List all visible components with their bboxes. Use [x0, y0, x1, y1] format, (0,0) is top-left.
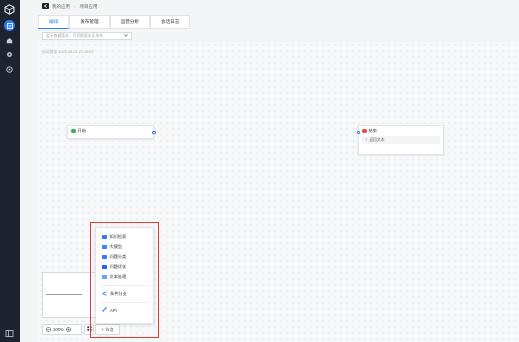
end-node-header: 结束 [359, 126, 443, 136]
autosave-status: 自动保存 2025-06-01 21:45:53 [42, 50, 94, 54]
zoom-control: 100% [42, 324, 82, 335]
minimap-edge [46, 294, 82, 295]
play-icon [71, 128, 76, 134]
zoom-in-icon[interactable] [65, 326, 71, 333]
end-node-field[interactable]: T 返回文本 [362, 136, 440, 144]
start-node-header: 开始 [68, 126, 153, 136]
start-output-port[interactable] [152, 130, 156, 134]
version-select-value: 暂无数据版本，可切换版本至发布 [46, 33, 103, 38]
gear-nav-icon[interactable] [4, 49, 15, 60]
app-sidebar [0, 0, 20, 342]
settings-nav-icon[interactable] [4, 64, 15, 75]
tab-publish-management[interactable]: 发布管理 [69, 15, 110, 29]
start-node-title: 开始 [77, 128, 86, 133]
collapse-sidebar-icon[interactable] [5, 329, 14, 338]
version-select[interactable]: 暂无数据版本，可切换版本至发布 [42, 32, 132, 40]
highlight-box [90, 222, 159, 338]
chevron-down-icon [124, 34, 128, 38]
tab-orchestrate[interactable]: 编排 [38, 15, 70, 29]
home-nav-icon[interactable] [4, 35, 15, 46]
tab-operations-analysis[interactable]: 运营分析 [109, 15, 150, 29]
tab-session-logs[interactable]: 会话日志 [149, 15, 191, 29]
back-arrow-icon[interactable] [42, 3, 49, 9]
breadcrumb-separator: › [74, 4, 76, 9]
tab-bar: 编排 发布管理 运营分析 会话日志 [38, 15, 191, 29]
end-node-field-label: 返回文本 [369, 137, 385, 142]
text-type-icon: T [365, 138, 368, 142]
breadcrumb-parent[interactable]: 我的应用 [52, 4, 70, 10]
start-node[interactable]: 开始 [67, 125, 156, 139]
breadcrumb: 我的应用 › 项目应用 [20, 0, 519, 13]
app-logo-icon[interactable] [4, 4, 15, 15]
end-node-title: 结束 [368, 128, 377, 133]
apps-nav-icon[interactable] [4, 20, 15, 31]
end-node[interactable]: 结束 T 返回文本 [356, 125, 444, 155]
zoom-out-icon[interactable] [46, 326, 51, 333]
breadcrumb-current: 项目应用 [79, 3, 98, 9]
zoom-level: 100% [53, 327, 64, 332]
stop-icon [362, 128, 367, 134]
end-input-port[interactable] [356, 130, 360, 134]
